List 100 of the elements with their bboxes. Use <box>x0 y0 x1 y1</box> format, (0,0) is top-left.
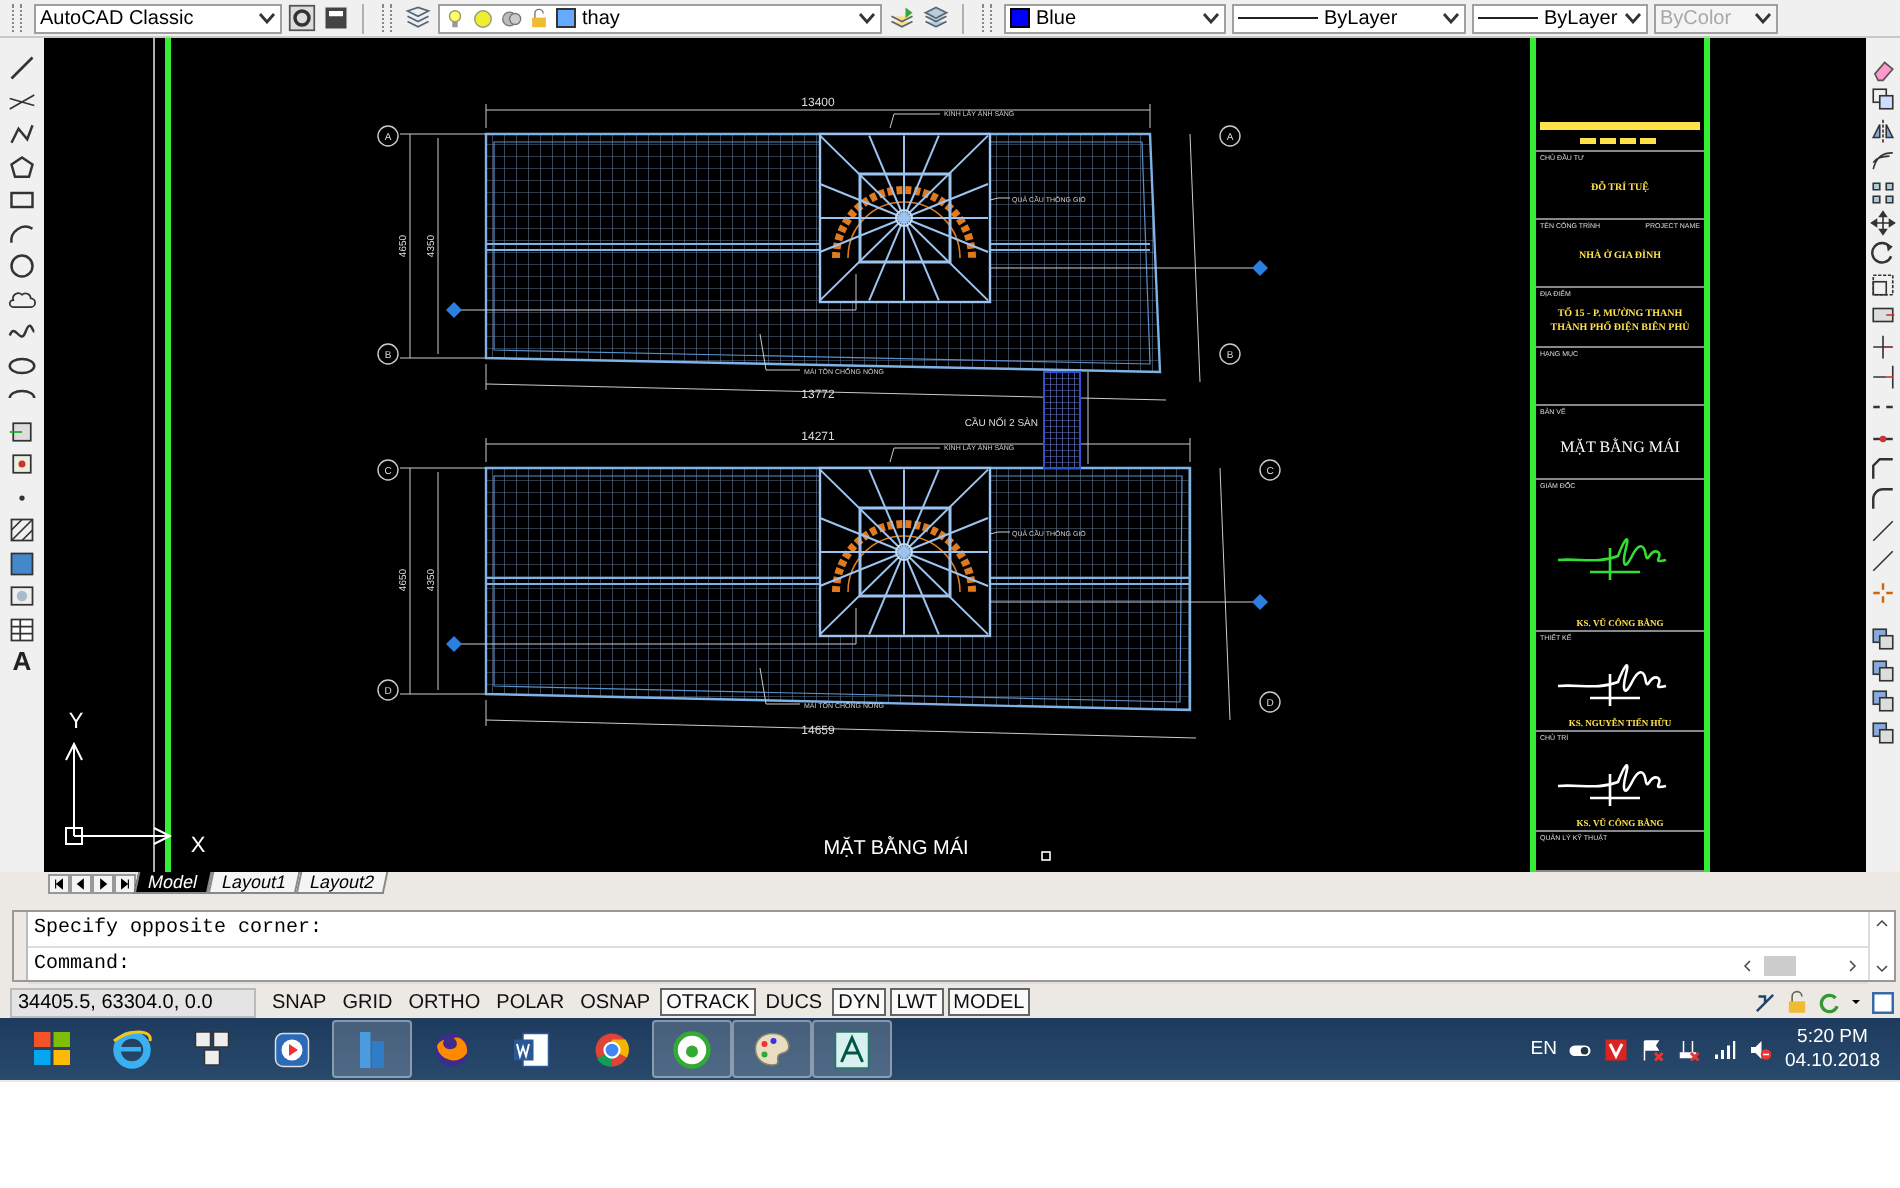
make-block-icon[interactable] <box>8 450 36 478</box>
viewport-icon <box>500 7 522 29</box>
clean-screen-icon[interactable] <box>1870 989 1896 1015</box>
trim-icon[interactable] <box>1870 333 1896 360</box>
language-indicator[interactable]: EN <box>1530 1038 1557 1060</box>
draw-order-icon[interactable] <box>1870 688 1896 715</box>
line-icon[interactable] <box>1870 517 1896 544</box>
scrollbar-thumb[interactable] <box>1764 955 1796 975</box>
insert-block-icon[interactable] <box>8 417 36 445</box>
previous-icon[interactable] <box>70 874 92 894</box>
company-logo-bar <box>1580 138 1660 144</box>
linetype-dropdown[interactable]: ByLayer <box>1232 3 1466 33</box>
status-toggle[interactable]: DYN <box>832 988 887 1016</box>
command-prompt[interactable]: Command: <box>34 948 1740 982</box>
status-toggle[interactable]: GRID <box>336 988 399 1016</box>
lineweight-dropdown[interactable]: ByLayer <box>1472 3 1648 33</box>
axis-label: X <box>190 834 206 858</box>
flag-icon[interactable] <box>1640 1037 1665 1061</box>
polyline-icon[interactable] <box>8 120 36 148</box>
scroll-down-icon[interactable] <box>1874 960 1890 976</box>
copy-icon[interactable] <box>1870 86 1896 113</box>
toolbar-icon[interactable] <box>322 4 350 32</box>
chamfer-icon[interactable] <box>1870 456 1896 483</box>
polygon-icon[interactable] <box>8 153 36 181</box>
layout-tab[interactable]: Model <box>133 872 212 894</box>
hatch-icon[interactable] <box>8 516 36 544</box>
layers-icon[interactable] <box>404 4 432 32</box>
color-dropdown[interactable]: Blue <box>1004 3 1226 33</box>
circle-icon[interactable] <box>8 252 36 280</box>
first-page-icon[interactable] <box>48 874 70 894</box>
scale-icon[interactable] <box>1870 271 1896 298</box>
layer-previous-icon[interactable] <box>888 4 916 32</box>
status-toggle[interactable]: OSNAP <box>574 988 657 1016</box>
array-icon[interactable] <box>1870 179 1896 206</box>
clock-time: 5:20 PM <box>1797 1025 1868 1049</box>
rotate-icon[interactable] <box>1870 240 1896 267</box>
table-icon[interactable] <box>8 615 36 643</box>
layer-name: thay <box>582 7 620 29</box>
caret-icon <box>858 12 876 24</box>
selection-grip <box>1041 851 1051 861</box>
annotation-scale-icon[interactable] <box>1752 989 1778 1015</box>
command-history-line: Specify opposite corner: <box>34 915 325 944</box>
eraser-icon[interactable] <box>1870 56 1896 82</box>
status-toggle[interactable]: ORTHO <box>402 988 487 1016</box>
signal-icon[interactable] <box>1712 1037 1737 1061</box>
sun-icon <box>472 7 494 29</box>
taskbar-button[interactable] <box>652 1020 732 1078</box>
layout-tab[interactable]: Layout1 <box>206 872 300 894</box>
gradient-icon[interactable] <box>8 549 36 577</box>
bulb-icon <box>444 7 466 29</box>
rectangle-icon[interactable] <box>8 186 36 214</box>
clock-date: 04.10.2018 <box>1784 1049 1880 1073</box>
ucs-axis-icon <box>65 741 173 845</box>
scroll-up-icon[interactable] <box>1874 916 1890 932</box>
next-icon[interactable] <box>92 874 114 894</box>
status-toggle[interactable]: SNAP <box>266 988 333 1016</box>
taskbar-button[interactable] <box>732 1020 812 1078</box>
axis-label: Y <box>68 710 84 734</box>
last-page-icon[interactable] <box>114 874 136 894</box>
move-icon[interactable] <box>1870 209 1896 236</box>
v-badge-icon[interactable] <box>1604 1037 1629 1061</box>
caret-icon <box>1624 12 1642 24</box>
status-toggle[interactable]: LWT <box>890 988 944 1016</box>
draw-order-icon[interactable] <box>1870 626 1896 653</box>
caret-icon <box>1754 12 1772 24</box>
layer-state-icon[interactable] <box>922 4 950 32</box>
drawing-title: MẶT BẰNG MÁI <box>823 838 969 860</box>
status-toggle[interactable]: POLAR <box>490 988 571 1016</box>
status-toggle[interactable]: DUCS <box>759 988 829 1016</box>
bridge-drawing <box>1043 371 1089 469</box>
layout-tab[interactable]: Layout2 <box>294 872 388 894</box>
caret-icon <box>1442 12 1460 24</box>
status-toggle[interactable]: OTRACK <box>660 988 756 1016</box>
volume-muted-icon[interactable] <box>1748 1037 1773 1061</box>
taskbar-button[interactable] <box>812 1020 892 1078</box>
draw-order-icon[interactable] <box>1870 657 1896 684</box>
arc-icon[interactable] <box>8 219 36 247</box>
line-icon[interactable] <box>1870 548 1896 575</box>
offset-icon[interactable] <box>1870 148 1896 175</box>
network-icon[interactable] <box>1676 1037 1701 1061</box>
lock-icon[interactable] <box>1784 989 1810 1015</box>
line-sample-icon <box>1478 14 1538 22</box>
drawing-name: MẶT BẰNG MÁI <box>1560 437 1680 455</box>
layer-dropdown[interactable]: thay <box>438 3 882 33</box>
mirror-icon[interactable] <box>1870 117 1896 144</box>
scroll-left-icon[interactable] <box>1740 957 1756 973</box>
panel-grip[interactable] <box>14 912 28 980</box>
workspace-dropdown[interactable]: AutoCAD Classic <box>34 3 282 33</box>
coordinates-readout: 34405.5, 63304.0, 0.0 <box>10 987 256 1017</box>
fillet-icon[interactable] <box>1870 486 1896 513</box>
extend-icon[interactable] <box>1870 363 1896 390</box>
region-icon[interactable] <box>8 582 36 610</box>
status-toggle[interactable]: MODEL <box>947 988 1031 1016</box>
line-icon[interactable] <box>8 54 36 82</box>
settings-icon[interactable] <box>288 4 316 32</box>
clock[interactable]: 5:20 PM 04.10.2018 <box>1784 1025 1880 1073</box>
scroll-right-icon[interactable] <box>1844 957 1860 973</box>
draw-order-icon[interactable] <box>1870 719 1896 746</box>
leaf-browser-icon <box>668 1025 716 1073</box>
text-tool[interactable]: A <box>12 648 32 676</box>
